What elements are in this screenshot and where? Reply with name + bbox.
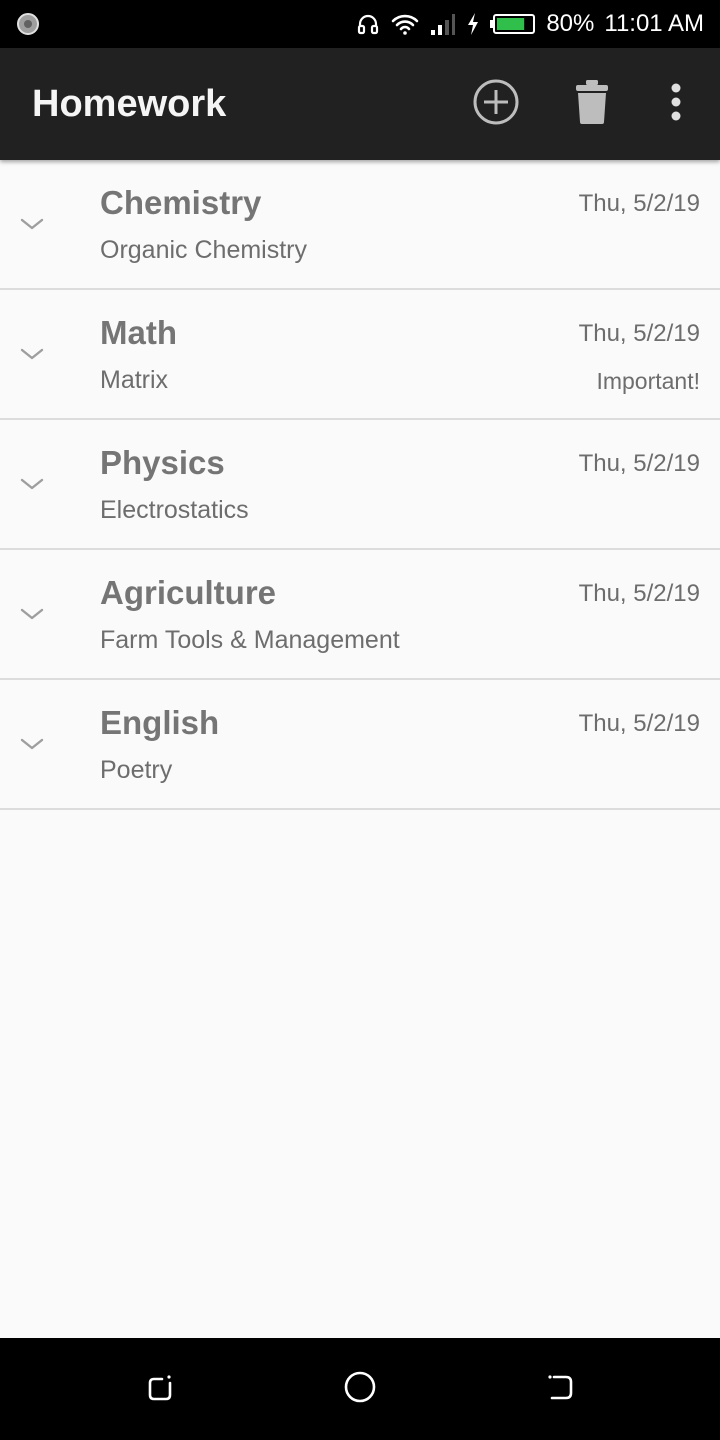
- delete-button[interactable]: [564, 76, 620, 132]
- add-circle-icon: [472, 78, 520, 131]
- app-notification-icon: [16, 12, 40, 36]
- navigation-bar: [0, 1338, 720, 1440]
- homework-item[interactable]: Math Matrix Thu, 5/2/19 Important!: [0, 290, 720, 420]
- chevron-down-icon[interactable]: [18, 345, 46, 363]
- chevron-down-icon[interactable]: [18, 735, 46, 753]
- overflow-menu-button[interactable]: [648, 76, 704, 132]
- add-button[interactable]: [468, 76, 524, 132]
- status-bar: 80% 11:01 AM: [0, 0, 720, 48]
- subject-label: English: [100, 704, 220, 741]
- battery-percent: 80%: [546, 10, 595, 37]
- back-button[interactable]: [540, 1369, 580, 1409]
- topic-label: Farm Tools & Management: [100, 626, 400, 654]
- topic-label: Electrostatics: [100, 496, 249, 524]
- subject-label: Physics: [100, 444, 225, 481]
- subject-label: Agriculture: [100, 574, 277, 611]
- due-date: Thu, 5/2/19: [578, 580, 700, 607]
- recents-icon: [144, 1371, 176, 1408]
- trash-icon: [574, 78, 610, 131]
- page-title: Homework: [32, 82, 227, 125]
- recents-button[interactable]: [140, 1369, 180, 1409]
- chevron-down-icon[interactable]: [18, 215, 46, 233]
- homework-item[interactable]: Agriculture Farm Tools & Management Thu, 5…: [0, 550, 720, 680]
- chevron-down-icon[interactable]: [18, 605, 46, 623]
- chevron-down-icon[interactable]: [18, 475, 46, 493]
- homework-item[interactable]: Chemistry Organic Chemistry Thu, 5/2/19: [0, 160, 720, 290]
- topic-label: Matrix: [100, 366, 169, 394]
- due-date: Thu, 5/2/19: [578, 190, 700, 217]
- home-button[interactable]: [340, 1369, 380, 1409]
- charging-icon: [466, 12, 480, 36]
- topic-label: Organic Chemistry: [100, 236, 307, 264]
- headset-icon: [356, 12, 380, 36]
- home-icon: [343, 1370, 377, 1409]
- due-date: Thu, 5/2/19: [578, 450, 700, 477]
- due-date: Thu, 5/2/19: [578, 320, 700, 347]
- wifi-icon: [390, 12, 420, 36]
- subject-label: Math: [100, 314, 177, 351]
- signal-icon: [430, 12, 456, 36]
- clock: 11:01 AM: [604, 10, 704, 37]
- more-vert-icon: [670, 82, 682, 127]
- app-bar: Homework: [0, 48, 720, 160]
- battery-icon: [490, 12, 536, 36]
- due-date: Thu, 5/2/19: [578, 710, 700, 737]
- homework-list: Chemistry Organic Chemistry Thu, 5/2/19 Mat…: [0, 160, 720, 810]
- back-icon: [544, 1371, 576, 1408]
- topic-label: Poetry: [100, 756, 173, 784]
- homework-item[interactable]: English Poetry Thu, 5/2/19: [0, 680, 720, 810]
- homework-item[interactable]: Physics Electrostatics Thu, 5/2/19: [0, 420, 720, 550]
- important-flag: Important!: [596, 368, 700, 394]
- subject-label: Chemistry: [100, 184, 262, 221]
